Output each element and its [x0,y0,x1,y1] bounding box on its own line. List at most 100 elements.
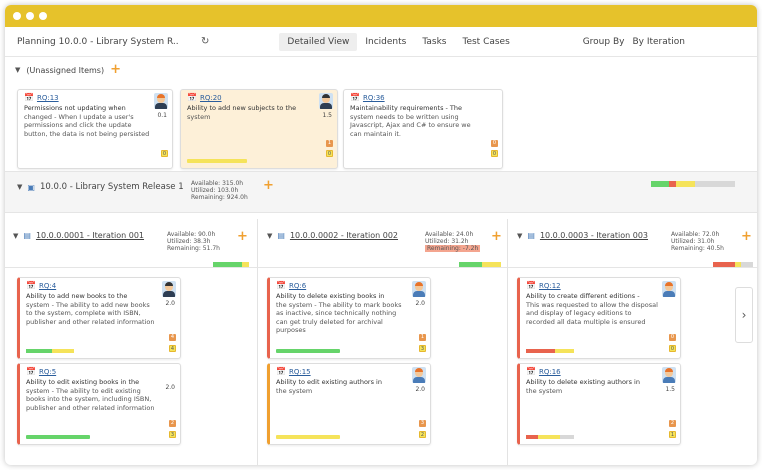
avatar [662,367,676,383]
requirement-card[interactable]: 📅 RQ:16 Ability to delete existing author… [517,363,681,445]
task-badge: 4 [169,334,176,341]
next-page-button[interactable]: › [735,287,753,343]
requirement-id[interactable]: RQ:12 [539,282,561,290]
avatar [662,281,676,297]
view-tabs: Detailed View Incidents Tasks Test Cases [279,32,517,51]
requirement-title: Ability to edit existing authors in [276,378,382,387]
iteration-name[interactable]: 10.0.0.0003 - Iteration 003 [540,231,648,240]
group-by-select[interactable]: By Iteration [632,37,685,47]
requirement-id[interactable]: RQ:4 [39,282,56,290]
requirement-desc: system - The ability to edit existing bo… [26,386,155,412]
iteration-header: ▼ ▤ 10.0.0.0001 - Iteration 001 Availabl… [5,219,255,269]
window-dot-maximize[interactable] [39,12,47,20]
iteration-name[interactable]: 10.0.0.0001 - Iteration 001 [36,231,144,240]
estimate: 2.0 [165,300,175,307]
requirement-id[interactable]: RQ:20 [200,94,222,102]
requirement-card[interactable]: 📅 RQ:20 Ability to add new subjects to th… [180,89,338,169]
iteration-header: ▼ ▤ 10.0.0.0002 - Iteration 002 Availabl… [259,219,507,269]
avatar [412,281,426,297]
unassigned-header: ▼ (Unassigned Items) + [5,57,757,83]
requirement-card[interactable]: 📅 RQ:4 Ability to add new books to the sys… [17,277,181,359]
collapse-caret-icon[interactable]: ▼ [517,232,522,240]
calendar-icon: 📅 [350,93,360,102]
tab-incidents[interactable]: Incidents [357,33,414,51]
estimate: 2.0 [165,384,175,391]
task-badge: 3 [419,420,426,427]
add-item-icon[interactable]: + [263,179,274,192]
refresh-icon[interactable]: ↻ [201,36,209,47]
estimate: 0.1 [157,112,167,119]
requirement-id[interactable]: RQ:36 [363,94,385,102]
progress-bar [276,435,340,439]
requirement-desc: the system [526,386,563,395]
task-badge: 1 [326,140,333,147]
calendar-icon: 📅 [187,93,197,102]
collapse-caret-icon[interactable]: ▼ [267,232,272,240]
task-badge: 0 [161,150,168,157]
requirement-title: Ability to delete existing authors in [526,378,640,387]
add-item-icon[interactable]: + [237,230,248,243]
collapse-caret-icon[interactable]: ▼ [17,183,22,191]
requirement-title: Ability to add new subjects to the [187,104,297,113]
collapse-caret-icon[interactable]: ▼ [13,232,18,240]
tab-detailed-view[interactable]: Detailed View [279,32,358,51]
group-by: Group By By Iteration [583,37,685,47]
requirement-card[interactable]: 📅 RQ:6 Ability to delete existing books i… [267,277,431,359]
iteration-stats: Available: 72.0h Utilized: 31.0h Remaini… [671,231,724,252]
requirement-desc: system [187,112,211,121]
progress-bar [526,435,574,439]
avatar [154,93,168,109]
requirement-desc: system needs to be written using Javascr… [350,112,471,138]
task-badge: 0 [491,140,498,147]
requirement-id[interactable]: RQ:16 [539,368,561,376]
progress-bar [276,349,340,353]
progress-bar [26,435,90,439]
release-icon: ▣ [27,182,35,192]
collapse-caret-icon[interactable]: ▼ [15,66,20,74]
calendar-icon: 📅 [26,367,36,376]
requirement-id[interactable]: RQ:6 [289,282,306,290]
avatar [319,93,333,109]
calendar-icon: 📅 [276,367,286,376]
requirement-desc: This was requested to allow the disposal… [526,300,658,326]
iteration-header: ▼ ▤ 10.0.0.0003 - Iteration 003 Availabl… [509,219,757,269]
tab-tasks[interactable]: Tasks [414,33,454,51]
requirement-id[interactable]: RQ:5 [39,368,56,376]
group-by-label: Group By [582,36,625,47]
test-badge: 4 [169,345,176,352]
requirement-id[interactable]: RQ:13 [37,94,59,102]
tab-test-cases[interactable]: Test Cases [454,33,517,51]
estimate: 1.5 [665,386,675,393]
iteration-name[interactable]: 10.0.0.0002 - Iteration 002 [290,231,398,240]
app-window: Planning 10.0.0 - Library System R.. ↻ D… [5,5,757,465]
requirement-card[interactable]: 📅 RQ:15 Ability to edit existing authors … [267,363,431,445]
requirement-title: Permissions not updating when [24,104,126,113]
requirement-desc: changed - When I update a user's permiss… [24,112,150,138]
progress-bar [526,349,574,353]
requirement-title: Ability to add new books to the [26,292,128,301]
avatar [412,367,426,383]
requirement-card[interactable]: 📅 RQ:12 Ability to create different editi… [517,277,681,359]
requirement-card[interactable]: 📅 RQ:36 Maintainability requirements - Th… [343,89,503,169]
avatar [162,281,176,297]
iteration-icon: ▤ [527,231,535,240]
add-item-icon[interactable]: + [741,230,752,243]
test-badge: 0 [491,150,498,157]
progress-bar [187,159,247,163]
iteration-stats: Available: 90.0h Utilized: 38.3h Remaini… [167,231,220,252]
requirement-id[interactable]: RQ:15 [289,368,311,376]
window-dot-minimize[interactable] [26,12,34,20]
task-badge: 0 [669,334,676,341]
add-item-icon[interactable]: + [491,230,502,243]
requirement-card[interactable]: 📅 RQ:13 Permissions not updating when chan… [17,89,173,169]
calendar-icon: 📅 [526,367,536,376]
requirement-card[interactable]: 📅 RQ:5 Ability to edit existing books in … [17,363,181,445]
release-progress-bar [651,181,735,187]
task-badge: 2 [169,420,176,427]
release-name[interactable]: 10.0.0 - Library System Release 1 [40,182,184,192]
add-item-icon[interactable]: + [110,63,121,76]
page-title: Planning 10.0.0 - Library System R.. [17,36,179,47]
window-dot-close[interactable] [13,12,21,20]
test-badge: 3 [169,431,176,438]
iteration-icon: ▤ [23,231,31,240]
